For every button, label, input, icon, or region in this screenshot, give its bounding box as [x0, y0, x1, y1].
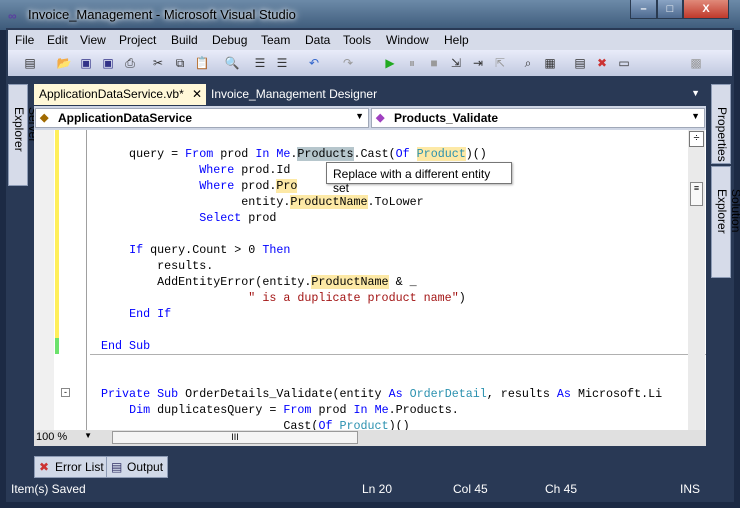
class-icon: ◆ — [40, 112, 49, 124]
menu-window[interactable]: Window — [386, 33, 429, 47]
outline-margin — [86, 130, 87, 430]
copy-icon[interactable]: ⧉ — [172, 55, 188, 71]
scroll-thumb[interactable]: ≡ — [690, 182, 703, 206]
save-icon[interactable]: ▣ — [78, 55, 94, 71]
tab-label: ApplicationDataService.vb* — [39, 87, 184, 101]
properties-icon[interactable]: ▤ — [572, 55, 588, 71]
redo-icon[interactable]: ↷ — [340, 55, 356, 71]
collapse-icon[interactable]: - — [61, 388, 70, 397]
navigation-bar: ◆ ApplicationDataService ▼ ◆ Products_Va… — [34, 106, 706, 130]
editor-footer: 100 % ▼ III — [34, 430, 706, 446]
smart-tag-tooltip: Replace with a different entity set — [326, 162, 512, 195]
cut-icon[interactable]: ✂ — [150, 55, 166, 71]
tab-application-data-service[interactable]: ApplicationDataService.vb* ✕ — [34, 84, 206, 105]
toolbox-icon[interactable]: ✖ — [594, 55, 610, 71]
output-tab[interactable]: ▤ Output — [106, 456, 169, 478]
vertical-scrollbar[interactable]: ÷ ≡ — [688, 130, 705, 430]
status-insert-mode: INS — [680, 482, 701, 496]
error-list-icon: ✖ — [39, 460, 50, 474]
member-combo-value: Products_Validate — [394, 111, 499, 125]
properties-panel[interactable]: Properties — [711, 84, 731, 164]
indicator-margin — [34, 130, 54, 430]
document-tabs: ApplicationDataService.vb* ✕ Invoice_Man… — [34, 84, 706, 105]
save-all-icon[interactable]: ▣ — [100, 55, 116, 71]
menu-build[interactable]: Build — [171, 33, 198, 47]
find-icon[interactable]: 🔍 — [224, 55, 240, 71]
error-list-label: Error List — [55, 460, 104, 474]
menu-help[interactable]: Help — [444, 33, 469, 47]
close-button[interactable]: X — [683, 0, 729, 19]
zoom-combo[interactable]: 100 % ▼ — [36, 431, 94, 445]
status-column: Col 45 — [453, 482, 488, 496]
chevron-down-icon: ▼ — [691, 111, 700, 121]
properties-label: Properties — [715, 107, 729, 162]
undo-icon[interactable]: ↶ — [306, 55, 322, 71]
status-bar: Item(s) Saved Ln 20 Col 45 Ch 45 INS — [6, 479, 734, 499]
step-out-icon[interactable]: ⇱ — [492, 55, 508, 71]
class-combo-value: ApplicationDataService — [58, 111, 193, 125]
menu-bar: File Edit View Project Build Debug Team … — [8, 30, 732, 50]
toolbar: ▤ 📂 ▣ ▣ ⎙ ✂ ⧉ 📋 🔍 ☰ ☰ ↶ ↷ ▶ ⏸ ■ ⇲ ⇥ ⇱ ⌕ … — [8, 50, 732, 76]
start-debug-icon[interactable]: ▶ — [382, 55, 398, 71]
saved-lines-marker — [55, 338, 59, 354]
member-combo[interactable]: ◆ Products_Validate ▼ — [371, 108, 705, 128]
method-icon: ◆ — [376, 112, 385, 124]
solution-explorer-panel[interactable]: Solution Explorer — [711, 166, 740, 278]
uncomment-icon[interactable]: ☰ — [274, 55, 290, 71]
solution-explorer-label: Solution Explorer — [715, 189, 740, 234]
split-icon[interactable]: ÷ — [689, 131, 704, 147]
menu-file[interactable]: File — [15, 33, 34, 47]
tab-label: Invoice_Management Designer — [211, 87, 378, 101]
step-over-icon[interactable]: ⇥ — [470, 55, 486, 71]
close-tab-icon[interactable]: ✕ — [192, 87, 202, 101]
maximize-button[interactable]: □ — [657, 0, 683, 19]
find-in-files-icon[interactable]: ⌕ — [520, 55, 536, 71]
tab-list-dropdown-icon[interactable]: ▼ — [691, 88, 700, 98]
minimize-button[interactable]: – — [630, 0, 657, 19]
chevron-down-icon: ▼ — [84, 431, 92, 440]
step-into-icon[interactable]: ⇲ — [448, 55, 464, 71]
visual-studio-icon: ∞ — [8, 9, 17, 23]
menu-tools[interactable]: Tools — [343, 33, 371, 47]
chevron-down-icon: ▼ — [355, 111, 364, 121]
class-view-icon[interactable]: ▩ — [688, 55, 704, 71]
pause-icon[interactable]: ⏸ — [404, 55, 420, 71]
open-file-icon[interactable]: 📂 — [56, 55, 72, 71]
status-message: Item(s) Saved — [11, 482, 86, 496]
class-combo[interactable]: ◆ ApplicationDataService ▼ — [35, 108, 369, 128]
tool-window-tabs: ✖ Error List ▤ Output — [34, 456, 334, 478]
solution-explorer-icon[interactable]: ▦ — [542, 55, 558, 71]
status-char: Ch 45 — [545, 482, 578, 496]
menu-edit[interactable]: Edit — [47, 33, 68, 47]
horizontal-scroll-thumb[interactable]: III — [112, 431, 358, 444]
new-project-icon[interactable]: ▤ — [22, 55, 38, 71]
output-icon: ▤ — [111, 460, 123, 474]
error-list-icon[interactable]: ▭ — [616, 55, 632, 71]
menu-team[interactable]: Team — [261, 33, 290, 47]
stop-icon[interactable]: ■ — [426, 55, 442, 71]
server-explorer-panel[interactable]: Server Explorer — [8, 84, 40, 186]
menu-debug[interactable]: Debug — [212, 33, 247, 47]
code-text: query = From prod In Me.Products.Cast(Of… — [101, 147, 663, 430]
comment-icon[interactable]: ☰ — [252, 55, 268, 71]
menu-view[interactable]: View — [80, 33, 106, 47]
output-label: Output — [127, 460, 164, 474]
paste-icon[interactable]: 📋 — [194, 55, 210, 71]
error-list-tab[interactable]: ✖ Error List — [34, 456, 109, 478]
changed-lines-marker — [55, 130, 59, 338]
status-line: Ln 20 — [362, 482, 393, 496]
tab-invoice-management-designer[interactable]: Invoice_Management Designer — [206, 84, 382, 105]
menu-data[interactable]: Data — [305, 33, 330, 47]
menu-project[interactable]: Project — [119, 33, 156, 47]
window-title: Invoice_Management - Microsoft Visual St… — [28, 7, 296, 22]
print-icon[interactable]: ⎙ — [122, 55, 138, 71]
zoom-value: 100 % — [36, 431, 68, 443]
